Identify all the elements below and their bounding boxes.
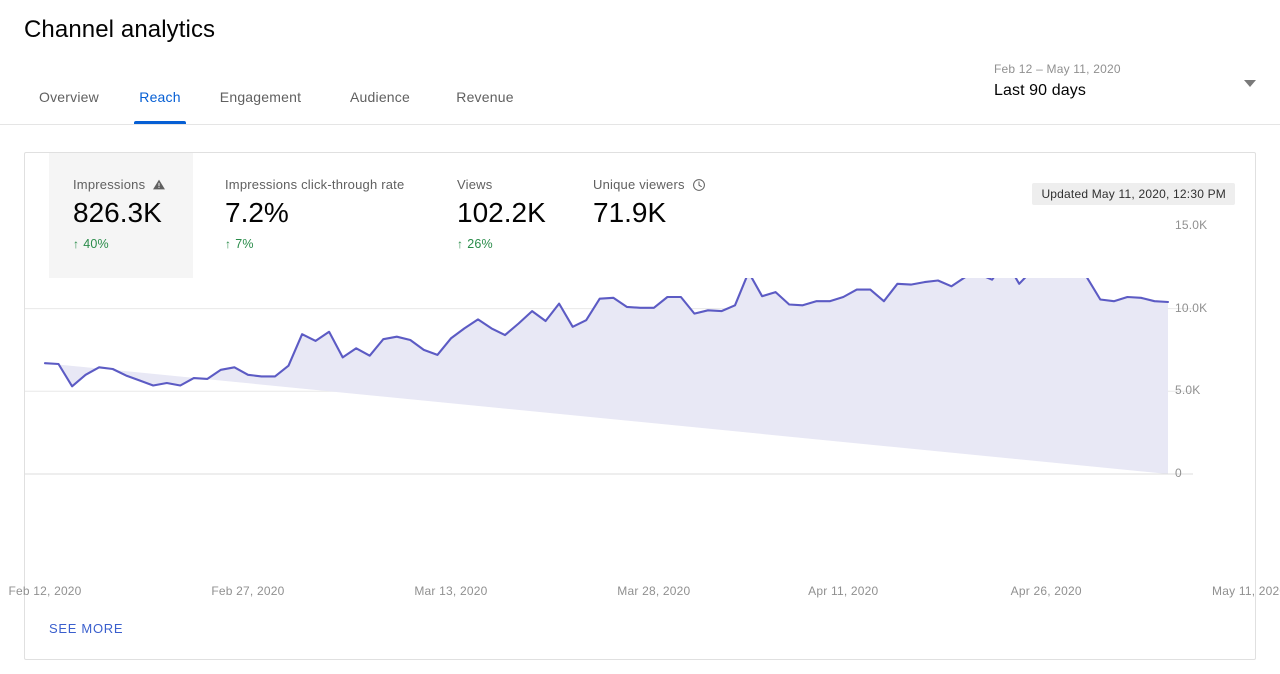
- x-axis-tick-label: Feb 27, 2020: [211, 584, 284, 598]
- arrow-up-icon: ↑: [73, 238, 79, 250]
- tab-engagement[interactable]: Engagement: [206, 78, 315, 124]
- metric-header: Unique viewers: [593, 177, 729, 192]
- metric-value: 71.9K: [593, 197, 729, 229]
- page-title: Channel analytics: [24, 16, 215, 44]
- metric-delta: ↑ 26%: [457, 237, 561, 251]
- metric-card-impressions-ctr[interactable]: Impressions click-through rate 7.2% ↑ 7%: [201, 153, 409, 278]
- metric-card-impressions[interactable]: Impressions 826.3K ↑ 40%: [49, 153, 193, 278]
- see-more-link[interactable]: SEE MORE: [49, 621, 123, 636]
- tab-revenue[interactable]: Revenue: [445, 78, 525, 124]
- metric-delta: ↑ 40%: [73, 237, 193, 251]
- metric-value: 102.2K: [457, 197, 561, 229]
- x-axis-tick-label: Apr 11, 2020: [808, 584, 878, 598]
- updated-badge: Updated May 11, 2020, 12:30 PM: [1032, 183, 1235, 205]
- metric-header: Impressions click-through rate: [225, 177, 409, 192]
- arrow-up-icon: ↑: [225, 238, 231, 250]
- date-range-preset: Last 90 days: [994, 82, 1086, 100]
- metric-delta-value: 26%: [467, 237, 493, 251]
- date-range-dates: Feb 12 – May 11, 2020: [994, 62, 1121, 76]
- tab-label: Audience: [350, 89, 410, 105]
- y-axis-tick-label: 15.0K: [1175, 218, 1207, 232]
- clock-icon: [692, 178, 706, 192]
- metric-delta-value: 40%: [83, 237, 109, 251]
- metric-delta-value: 7%: [235, 237, 253, 251]
- x-axis-tick-label: Mar 28, 2020: [617, 584, 690, 598]
- x-axis-tick-label: Feb 12, 2020: [8, 584, 81, 598]
- tab-label: Overview: [39, 89, 99, 105]
- tab-label: Revenue: [456, 89, 513, 105]
- y-axis-tick-label: 5.0K: [1175, 383, 1201, 397]
- warning-triangle-icon: [152, 178, 166, 191]
- tab-overview[interactable]: Overview: [24, 78, 114, 124]
- x-axis-tick-label: May 11, 2020: [1212, 584, 1280, 598]
- x-axis-tick-label: Apr 26, 2020: [1011, 584, 1082, 598]
- y-axis-tick-label: 10.0K: [1175, 301, 1207, 315]
- x-axis-tick-label: Mar 13, 2020: [414, 584, 487, 598]
- analytics-card: Impressions 826.3K ↑ 40% Impressions click-t…: [24, 152, 1256, 660]
- chart-region[interactable]: Feb 12, 2020Feb 27, 2020Mar 13, 2020Mar …: [25, 278, 1257, 608]
- y-axis-tick-label: 0: [1175, 466, 1182, 480]
- metric-header: Impressions: [73, 177, 193, 192]
- chevron-down-icon: [1244, 80, 1256, 87]
- metric-value: 7.2%: [225, 197, 409, 229]
- metric-card-unique-viewers[interactable]: Unique viewers 71.9K: [569, 153, 729, 278]
- metric-value: 826.3K: [73, 197, 193, 229]
- metric-header: Views: [457, 177, 561, 192]
- tab-audience[interactable]: Audience: [335, 78, 425, 124]
- metric-strip: Impressions 826.3K ↑ 40% Impressions click-t…: [25, 153, 1257, 278]
- tab-label: Reach: [139, 89, 180, 105]
- metric-card-views[interactable]: Views 102.2K ↑ 26%: [433, 153, 561, 278]
- tab-reach[interactable]: Reach: [134, 78, 186, 124]
- metric-label: Impressions: [73, 177, 145, 192]
- metric-delta: ↑ 7%: [225, 237, 409, 251]
- date-range-selector[interactable]: Feb 12 – May 11, 2020 Last 90 days: [994, 58, 1262, 110]
- metric-label: Views: [457, 177, 492, 192]
- metric-label: Impressions click-through rate: [225, 177, 404, 192]
- impressions-area-chart: [25, 278, 1257, 608]
- metric-label: Unique viewers: [593, 177, 685, 192]
- arrow-up-icon: ↑: [457, 238, 463, 250]
- tab-label: Engagement: [220, 89, 301, 105]
